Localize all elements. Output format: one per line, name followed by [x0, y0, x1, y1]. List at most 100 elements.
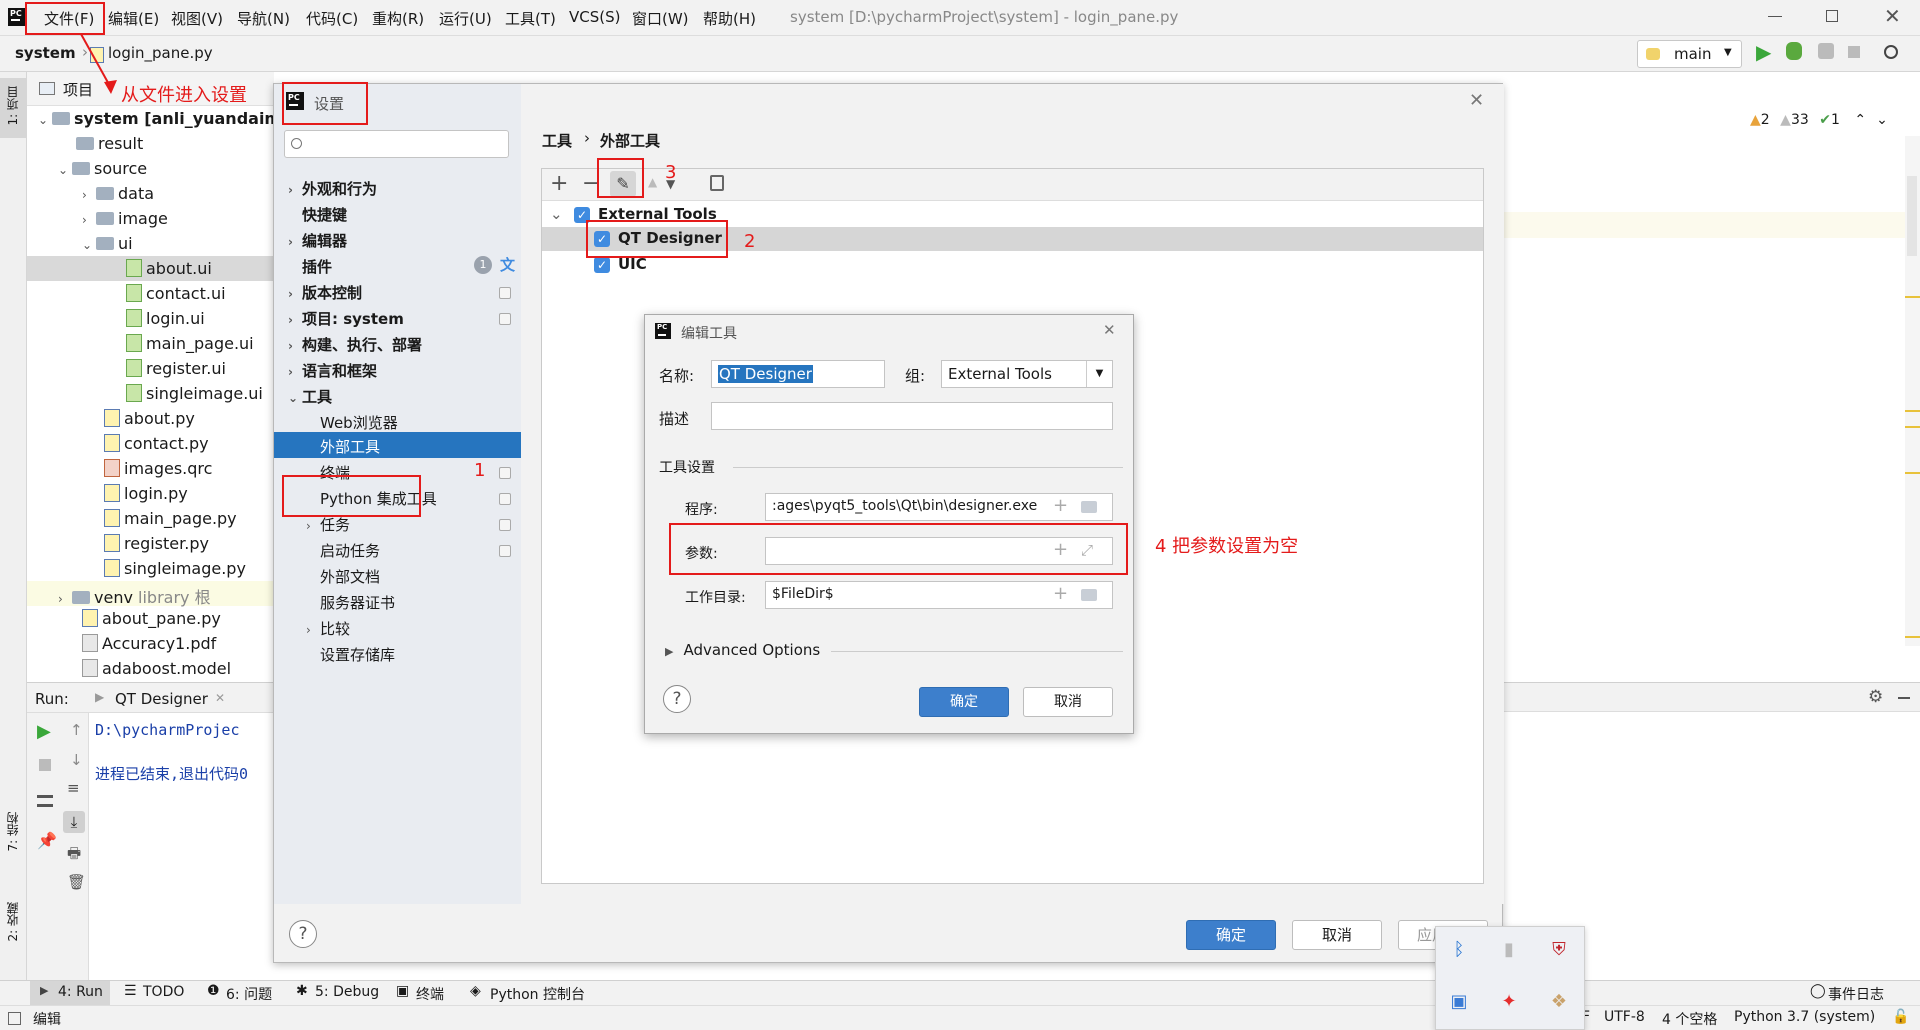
- name-field[interactable]: QT Designer: [711, 360, 885, 388]
- status-indent[interactable]: 4 个空格: [1662, 1009, 1717, 1029]
- tree-item[interactable]: adaboost.model: [82, 659, 231, 678]
- close-tab-icon[interactable]: ✕: [215, 691, 225, 705]
- tray-app-icon[interactable]: ❖: [1542, 985, 1576, 1019]
- tree-item[interactable]: register.py: [104, 534, 209, 553]
- tree-item[interactable]: main_page.ui: [126, 334, 254, 353]
- close-dialog-icon[interactable]: ✕: [1103, 321, 1116, 339]
- settings-nav-project[interactable]: › 项目: system: [288, 308, 404, 329]
- tab-python-console[interactable]: Python 控制台: [490, 984, 585, 1004]
- tree-root[interactable]: ⌄ system [anli_yuandaima]: [38, 109, 299, 128]
- browse-folder-icon[interactable]: [1081, 501, 1097, 513]
- tree-item[interactable]: › venv library 根: [58, 584, 211, 608]
- layout-icon[interactable]: [37, 795, 53, 807]
- help-icon[interactable]: ?: [289, 920, 317, 948]
- settings-ok-button[interactable]: 确定: [1186, 920, 1276, 950]
- structure-tab-label[interactable]: 7: 结构: [4, 812, 21, 852]
- tree-item[interactable]: about_pane.py: [82, 609, 221, 628]
- tree-item[interactable]: singleimage.ui: [126, 384, 263, 403]
- settings-nav-external-docs[interactable]: 外部文档: [320, 566, 380, 587]
- help-icon[interactable]: ?: [663, 685, 691, 713]
- settings-nav-plugins[interactable]: 插件: [302, 256, 332, 277]
- tree-item[interactable]: main_page.py: [104, 509, 237, 528]
- trash-icon[interactable]: 🗑: [67, 873, 86, 891]
- tab-debug[interactable]: 5: Debug: [315, 984, 379, 1000]
- wrap-icon[interactable]: ≡: [67, 779, 80, 797]
- tree-item[interactable]: result: [62, 134, 143, 153]
- stop-icon[interactable]: [1848, 46, 1860, 58]
- tree-item[interactable]: Accuracy1.pdf: [82, 634, 216, 653]
- tab-terminal[interactable]: 终端: [416, 984, 444, 1004]
- settings-cancel-button[interactable]: 取消: [1292, 920, 1382, 950]
- menu-run[interactable]: 运行(U): [439, 8, 492, 29]
- tray-app-icon[interactable]: ✦: [1492, 985, 1526, 1019]
- tab-todo[interactable]: TODO: [143, 984, 184, 1000]
- move-up-icon[interactable]: ▲: [648, 175, 657, 189]
- minimize-panel-icon[interactable]: [1898, 697, 1910, 699]
- settings-nav-tasks[interactable]: › 任务: [306, 514, 350, 535]
- tab-event-log[interactable]: 事件日志: [1828, 984, 1884, 1004]
- settings-nav-diff[interactable]: › 比较: [306, 618, 350, 639]
- tree-item[interactable]: ⌄ ui: [82, 234, 133, 253]
- scroll-end-icon[interactable]: ⤓: [63, 811, 85, 833]
- settings-nav-vcs[interactable]: › 版本控制: [288, 282, 362, 303]
- close-window-icon[interactable]: ✕: [1884, 4, 1901, 28]
- lock-icon[interactable]: 🔓: [1892, 1009, 1909, 1025]
- tray-app-icon[interactable]: ▮: [1492, 933, 1526, 967]
- gear-icon[interactable]: ⚙: [1868, 687, 1883, 707]
- rerun-icon[interactable]: ▶: [37, 721, 51, 742]
- settings-nav-startup-tasks[interactable]: 启动任务: [320, 540, 380, 561]
- status-interpreter[interactable]: Python 3.7 (system): [1734, 1009, 1875, 1025]
- settings-nav-languages[interactable]: › 语言和框架: [288, 360, 377, 381]
- tree-item[interactable]: login.ui: [126, 309, 205, 328]
- tree-item[interactable]: singleimage.py: [104, 559, 246, 578]
- edit-cancel-button[interactable]: 取消: [1023, 687, 1113, 717]
- breadcrumb-tools[interactable]: 工具: [542, 130, 572, 151]
- favorites-tab-label[interactable]: 2: 收藏: [4, 902, 21, 942]
- tree-item[interactable]: register.ui: [126, 359, 226, 378]
- search-icon[interactable]: [1884, 45, 1898, 59]
- menu-view[interactable]: 视图(V): [171, 8, 223, 29]
- inspection-widget[interactable]: ▲2 ▲33 ✔1 ⌃ ⌄: [1750, 112, 1888, 128]
- coverage-icon[interactable]: [1818, 43, 1834, 59]
- menu-vcs[interactable]: VCS(S): [569, 8, 620, 26]
- chevron-down-icon[interactable]: ⌄: [550, 205, 563, 223]
- breadcrumb-project[interactable]: system: [15, 44, 76, 62]
- menu-window[interactable]: 窗口(W): [632, 8, 689, 29]
- settings-nav-editor[interactable]: › 编辑器: [288, 230, 347, 251]
- description-field[interactable]: [711, 402, 1113, 430]
- settings-nav-keymap[interactable]: 快捷键: [302, 204, 347, 225]
- settings-nav-selected[interactable]: [274, 432, 521, 458]
- tab-problems[interactable]: 6: 问题: [226, 984, 272, 1004]
- settings-nav-server-certs[interactable]: 服务器证书: [320, 592, 395, 613]
- tree-item[interactable]: › data: [82, 184, 154, 203]
- settings-nav-build[interactable]: › 构建、执行、部署: [288, 334, 422, 355]
- branch-selector[interactable]: main ▼: [1637, 40, 1742, 68]
- settings-nav-appearance[interactable]: › 外观和行为: [288, 178, 377, 199]
- settings-nav-tools[interactable]: ⌄ 工具: [288, 386, 332, 407]
- tree-item[interactable]: ⌄ source: [58, 159, 147, 178]
- settings-search-input[interactable]: [284, 130, 509, 158]
- pin-icon[interactable]: 📌: [37, 831, 57, 850]
- copy-icon[interactable]: [710, 175, 724, 191]
- browse-folder-icon[interactable]: [1081, 589, 1097, 601]
- run-tab[interactable]: QT Designer: [115, 690, 208, 708]
- menu-refactor[interactable]: 重构(R): [372, 8, 424, 29]
- bluetooth-icon[interactable]: ᛒ: [1442, 933, 1476, 967]
- menu-help[interactable]: 帮助(H): [703, 8, 756, 29]
- print-icon[interactable]: 🖶: [67, 843, 81, 868]
- status-encoding[interactable]: UTF-8: [1604, 1009, 1645, 1025]
- close-dialog-icon[interactable]: ✕: [1469, 90, 1484, 111]
- settings-nav-web-browsers[interactable]: Web浏览器: [320, 412, 398, 433]
- group-select[interactable]: External Tools ▼: [941, 360, 1113, 388]
- tree-item[interactable]: about.py: [104, 409, 195, 428]
- tree-item[interactable]: images.qrc: [104, 459, 212, 478]
- tree-item[interactable]: about.ui: [126, 259, 212, 278]
- down-arrow-icon[interactable]: ↓: [70, 751, 83, 769]
- up-arrow-icon[interactable]: ↑: [70, 721, 83, 739]
- insert-macro-icon[interactable]: +: [1053, 583, 1068, 604]
- tree-item[interactable]: › image: [82, 209, 168, 228]
- insert-macro-icon[interactable]: +: [1053, 495, 1068, 516]
- tray-app-icon[interactable]: ▣: [1442, 985, 1476, 1019]
- stop-icon[interactable]: [39, 759, 51, 771]
- menu-tools[interactable]: 工具(T): [505, 8, 556, 29]
